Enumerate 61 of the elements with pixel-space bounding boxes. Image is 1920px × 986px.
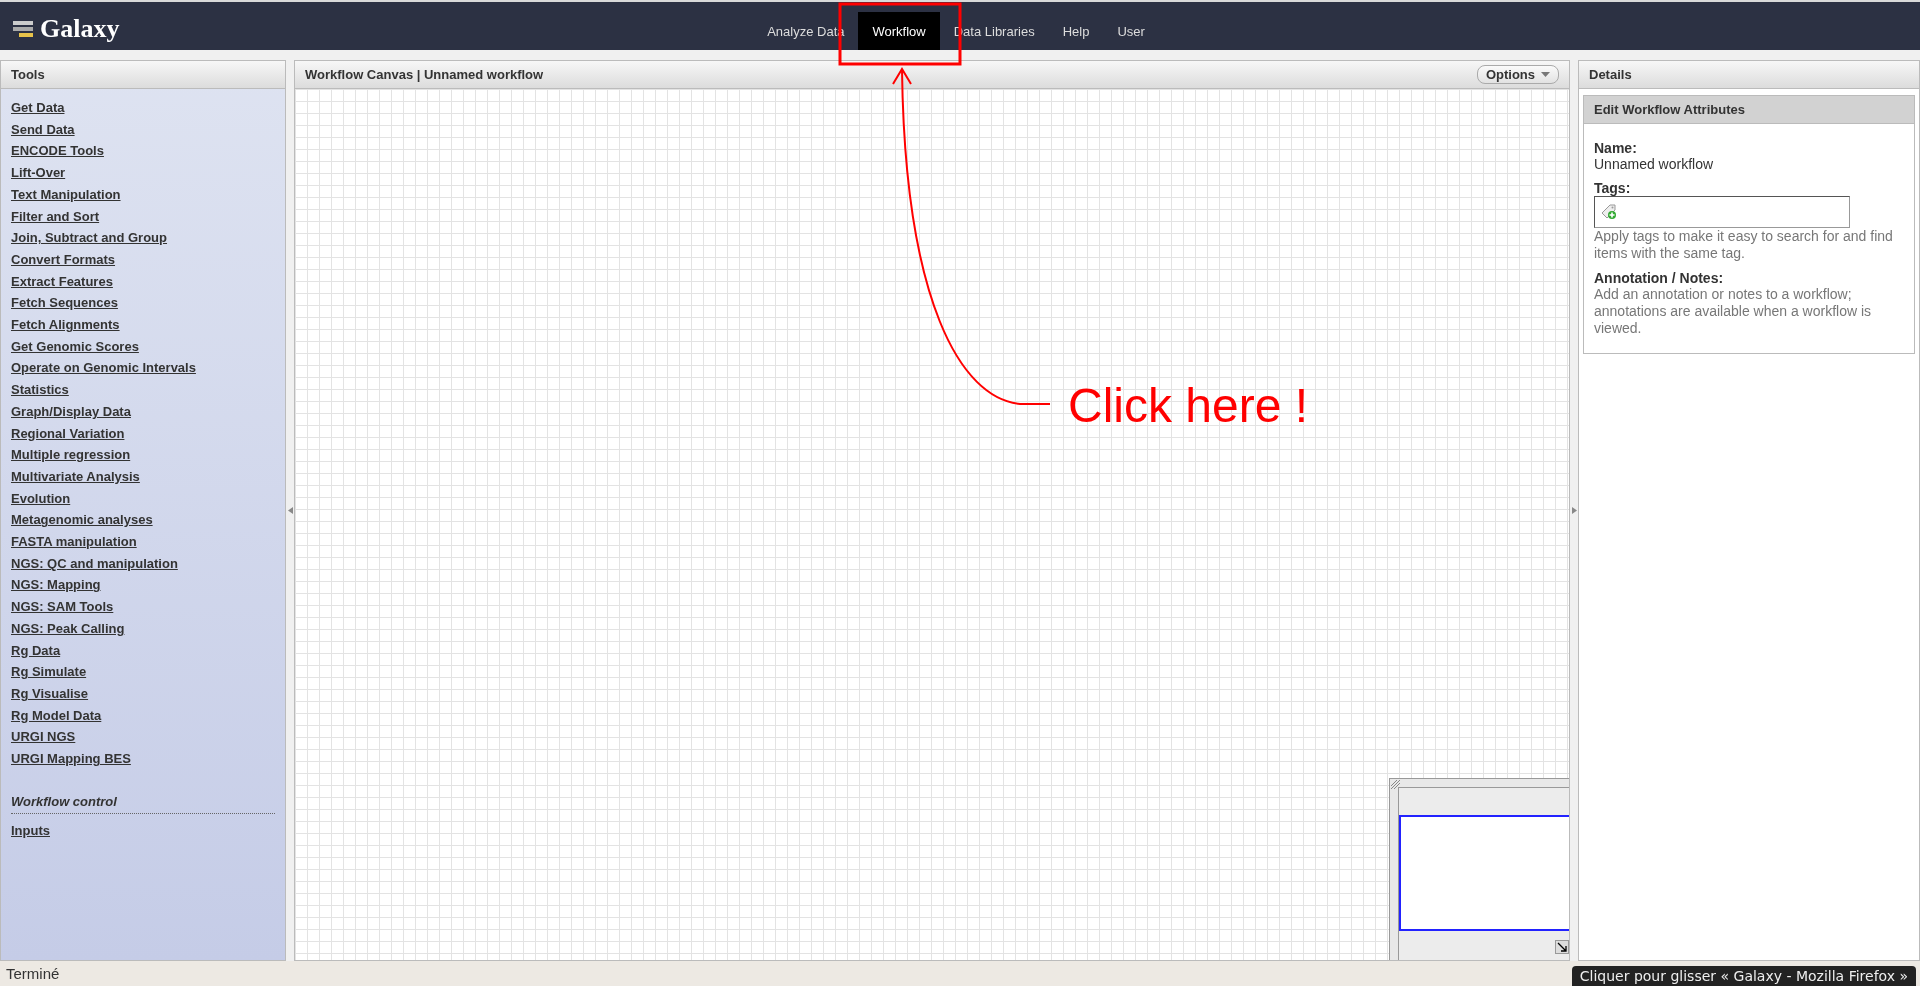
tool-section-link[interactable]: Rg Visualise	[11, 683, 89, 705]
tool-section-link[interactable]: FASTA manipulation	[11, 531, 137, 553]
tool-section-link[interactable]: Operate on Genomic Intervals	[11, 357, 196, 380]
options-button[interactable]: Options	[1476, 65, 1559, 84]
tool-section-link[interactable]: URGI NGS	[11, 726, 76, 749]
resize-grip-icon[interactable]	[1391, 780, 1401, 790]
nav-tab[interactable]: Workflow	[858, 12, 940, 50]
tool-section-link[interactable]: Graph/Display Data	[11, 400, 131, 423]
tool-section-link[interactable]: Text Manipulation	[11, 183, 121, 206]
collapse-arrow-icon[interactable]	[1571, 507, 1577, 514]
name-value[interactable]: Unnamed workflow	[1594, 156, 1904, 172]
overview-panel[interactable]	[1389, 778, 1569, 960]
tags-field[interactable]	[1594, 196, 1850, 228]
tool-section-link[interactable]: Extract Features	[11, 270, 113, 293]
tool-section-link[interactable]: NGS: Mapping	[11, 574, 101, 597]
tool-section-link[interactable]: Fetch Alignments	[11, 314, 120, 336]
tool-section-link[interactable]: Get Genomic Scores	[11, 335, 139, 358]
tool-section-link[interactable]: Convert Formats	[11, 248, 116, 271]
tool-section-link[interactable]: Rg Data	[11, 639, 61, 662]
panel-title: Details	[1589, 67, 1632, 82]
field-label: Tags:	[1594, 180, 1632, 196]
status-text: Terminé	[6, 965, 60, 982]
tool-section-link[interactable]: Regional Variation	[11, 422, 125, 445]
viewport-frame[interactable]	[1399, 815, 1569, 931]
callout-text: Click here !	[1068, 378, 1309, 433]
tool-section-link[interactable]: Filter and Sort	[11, 205, 100, 228]
tool-section-link[interactable]: Rg Simulate	[11, 661, 87, 683]
section-title: Workflow control	[11, 793, 275, 814]
tool-section-link[interactable]: Fetch Sequences	[11, 292, 118, 315]
tool-section-link[interactable]: Join, Subtract and Group	[11, 227, 167, 249]
tool-section-link[interactable]: Metagenomic analyses	[11, 509, 153, 532]
resize-arrow-icon[interactable]	[1555, 940, 1569, 954]
form-title: Edit Workflow Attributes	[1594, 102, 1745, 117]
tool-section-link[interactable]: NGS: QC and manipulation	[11, 552, 178, 575]
tool-section-link[interactable]: Get Data	[11, 97, 65, 119]
tool-section-link[interactable]: NGS: Peak Calling	[11, 617, 125, 640]
tool-section-link[interactable]: Lift-Over	[11, 162, 66, 184]
brand-title[interactable]: Galaxy	[40, 14, 120, 44]
caret-icon	[1541, 72, 1550, 77]
tool-section-link[interactable]: Multiple regression	[11, 444, 131, 466]
tool-section-link[interactable]: Statistics	[11, 379, 69, 401]
panel-title: Workflow Canvas | Unnamed workflow	[305, 67, 544, 82]
tool-section-link[interactable]: Rg Model Data	[11, 704, 102, 727]
nav-tab[interactable]: Help	[1048, 12, 1104, 50]
annotation-placeholder[interactable]: Add an annotation or notes to a workflow; annotations are available when a workflow is viewed.	[1594, 286, 1904, 337]
tool-section-link[interactable]: Evolution	[11, 487, 71, 510]
collapse-arrow-icon[interactable]	[287, 507, 293, 514]
tooltip: Cliquer pour glisser « Galaxy - Mozilla Firefox »	[1571, 966, 1916, 986]
field-label: Annotation / Notes:	[1594, 270, 1725, 286]
panel-title: Tools	[11, 67, 45, 82]
help-text: Apply tags to make it easy to search for and find items with the same tag.	[1594, 228, 1894, 262]
tool-section-link[interactable]: Send Data	[11, 118, 75, 141]
stack-icon	[12, 18, 34, 40]
tool-link[interactable]: Inputs	[11, 819, 50, 842]
nav-tab[interactable]: User	[1103, 12, 1159, 50]
tool-section-link[interactable]: URGI Mapping BES	[11, 748, 131, 770]
tool-section-link[interactable]: Multivariate Analysis	[11, 465, 140, 488]
field-label: Name:	[1594, 140, 1638, 156]
tool-section-link[interactable]: ENCODE Tools	[11, 140, 104, 163]
add-tag-icon[interactable]	[1600, 202, 1618, 220]
tool-section-link[interactable]: NGS: SAM Tools	[11, 596, 114, 618]
